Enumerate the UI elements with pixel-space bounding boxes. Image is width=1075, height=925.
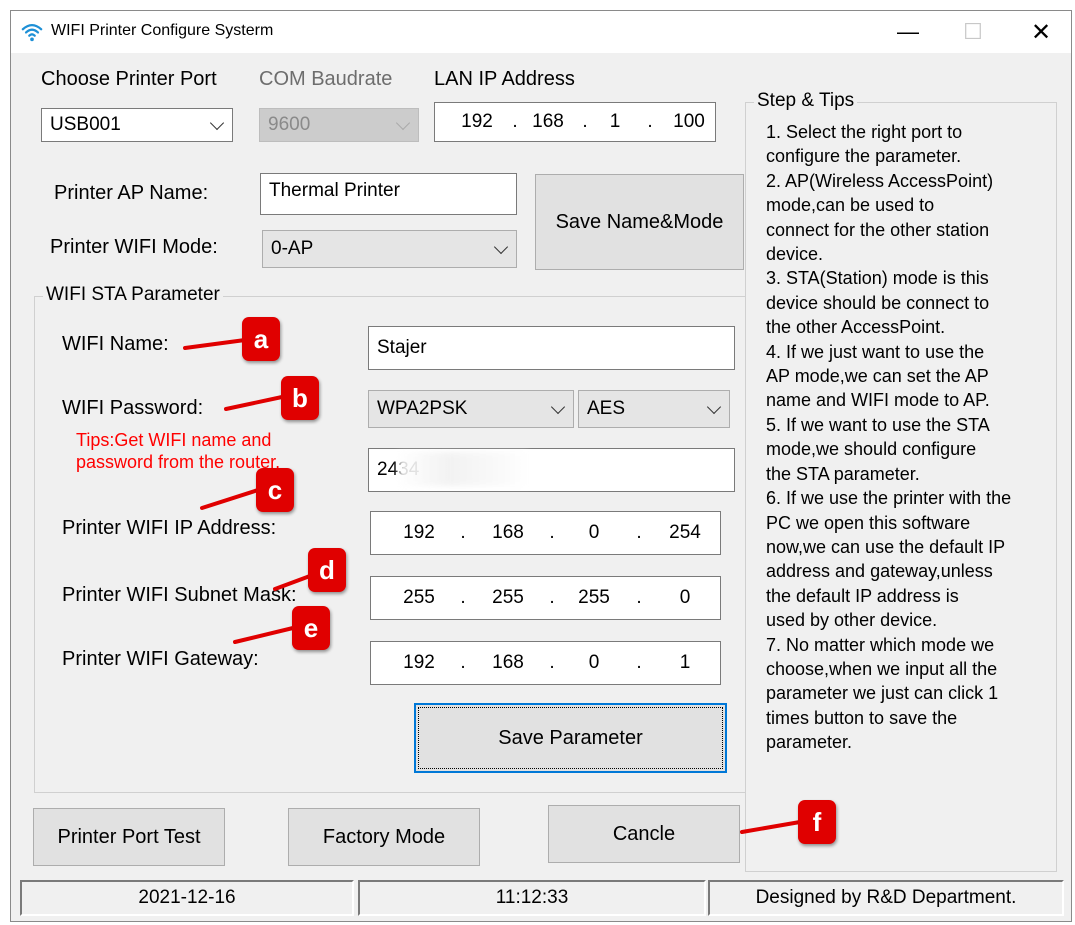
annotation-badge-e: e xyxy=(292,606,330,650)
annotation-badge-f: f xyxy=(798,800,836,844)
annotation-badge-b: b xyxy=(281,376,319,420)
arrow-c xyxy=(200,488,260,510)
annotation-badge-a: a xyxy=(242,317,280,361)
arrow-a xyxy=(183,338,247,350)
arrow-b xyxy=(224,395,284,411)
annotation-badge-c: c xyxy=(256,468,294,512)
arrow-f xyxy=(740,820,802,834)
annotation-badge-d: d xyxy=(308,548,346,592)
annotation-arrows xyxy=(183,338,802,834)
arrow-e xyxy=(233,626,295,644)
